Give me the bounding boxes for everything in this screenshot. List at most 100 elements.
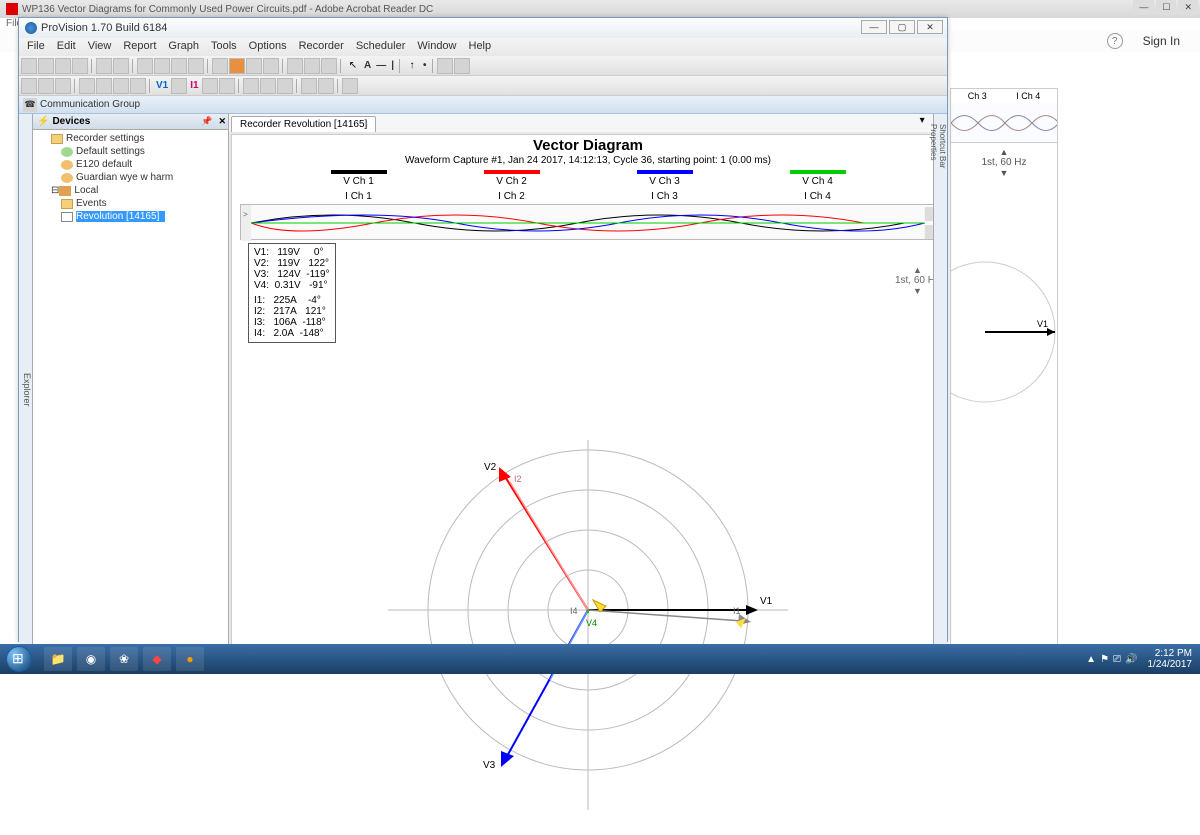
sign-in-link[interactable]: Sign In: [1143, 34, 1180, 48]
tb2-o-icon[interactable]: [301, 78, 317, 94]
tray-vol-icon[interactable]: 🔊: [1125, 654, 1137, 665]
vector-canvas: Vector Diagram Waveform Capture #1, Jan …: [231, 134, 945, 660]
tb-print-icon[interactable]: [72, 58, 88, 74]
comm-group-bar[interactable]: ☎ Communication Group: [19, 96, 947, 114]
provision-title-bar[interactable]: ProVision 1.70 Build 6184 — ▢ ✕: [19, 18, 947, 38]
menu-help[interactable]: Help: [465, 40, 496, 54]
polar-plot[interactable]: V1 I1 V2 I2 V3: [373, 435, 803, 835]
help-icon[interactable]: ?: [1107, 33, 1123, 49]
tb-line-tool[interactable]: —: [374, 60, 388, 71]
tray-flag-icon[interactable]: ⚑: [1100, 654, 1109, 665]
tree-events[interactable]: Events: [33, 197, 228, 210]
menu-report[interactable]: Report: [119, 40, 160, 54]
menu-options[interactable]: Options: [245, 40, 291, 54]
tb2-p-icon[interactable]: [318, 78, 334, 94]
tb2-g-icon[interactable]: [130, 78, 146, 94]
tree-recorder-settings[interactable]: Recorder settings: [33, 132, 228, 145]
tb2-f-icon[interactable]: [113, 78, 129, 94]
tb2-d-icon[interactable]: [79, 78, 95, 94]
menu-graph[interactable]: Graph: [164, 40, 203, 54]
pin-icon[interactable]: 📌: [201, 116, 212, 127]
tb2-i1-icon[interactable]: I1: [188, 80, 200, 91]
task-chrome-icon[interactable]: ◉: [77, 647, 105, 671]
tb-preview-icon[interactable]: [96, 58, 112, 74]
task-explorer-icon[interactable]: 📁: [44, 647, 72, 671]
close-panel-icon[interactable]: ✕: [218, 116, 226, 127]
tb2-h-icon[interactable]: [171, 78, 187, 94]
task-firefox-icon[interactable]: ●: [176, 647, 204, 671]
tb-save-icon[interactable]: [55, 58, 71, 74]
tb-open-icon[interactable]: [38, 58, 54, 74]
wave-strip[interactable]: >: [240, 204, 936, 240]
menu-scheduler[interactable]: Scheduler: [352, 40, 410, 54]
pv-min-button[interactable]: —: [861, 20, 887, 34]
acrobat-max-button[interactable]: ☐: [1156, 0, 1176, 15]
tab-recorder[interactable]: Recorder Revolution [14165]: [231, 116, 376, 132]
task-app-icon[interactable]: ❀: [110, 647, 138, 671]
tb-copy-icon[interactable]: [154, 58, 170, 74]
tb-zoom-icon[interactable]: [287, 58, 303, 74]
menu-recorder[interactable]: Recorder: [295, 40, 348, 54]
explorer-tab[interactable]: Explorer: [19, 114, 33, 662]
tree-revolution[interactable]: Revolution [14165]: [33, 210, 228, 223]
tb2-n-icon[interactable]: [277, 78, 293, 94]
tb-paste-icon[interactable]: [171, 58, 187, 74]
tb2-a-icon[interactable]: [21, 78, 37, 94]
tb-back-icon[interactable]: [246, 58, 262, 74]
acrobat-title: WP136 Vector Diagrams for Commonly Used …: [22, 4, 433, 15]
tb-undo-icon[interactable]: [212, 58, 228, 74]
label-ich3: I Ch 3: [651, 191, 678, 202]
tb-dot-tool[interactable]: •: [421, 60, 429, 71]
start-button[interactable]: [0, 644, 38, 674]
acrobat-min-button[interactable]: —: [1133, 0, 1154, 15]
tb2-l-icon[interactable]: [243, 78, 259, 94]
tb-redo-icon[interactable]: [229, 58, 245, 74]
svg-text:V1: V1: [1037, 319, 1048, 329]
harm-up-icon[interactable]: ▲: [913, 265, 922, 275]
tb2-c-icon[interactable]: [55, 78, 71, 94]
tb-find-icon[interactable]: [113, 58, 129, 74]
menu-file[interactable]: File: [23, 40, 49, 54]
system-tray[interactable]: ▲⚑⎚🔊 2:12 PM 1/24/2017: [1086, 648, 1200, 670]
tb2-k-icon[interactable]: [219, 78, 235, 94]
tb-text-tool[interactable]: A: [362, 60, 373, 71]
tb2-b-icon[interactable]: [38, 78, 54, 94]
menu-edit[interactable]: Edit: [53, 40, 80, 54]
tb-cursor-icon[interactable]: ↖: [345, 58, 361, 74]
tb2-m-icon[interactable]: [260, 78, 276, 94]
tb-cut-icon[interactable]: [137, 58, 153, 74]
tb-misc1-icon[interactable]: [437, 58, 453, 74]
svg-text:V3: V3: [483, 760, 496, 771]
tb-new-icon[interactable]: [21, 58, 37, 74]
menu-tools[interactable]: Tools: [207, 40, 241, 54]
tb-delete-icon[interactable]: [188, 58, 204, 74]
tb2-v1-icon[interactable]: V1: [154, 80, 170, 91]
tb2-e-icon[interactable]: [96, 78, 112, 94]
tb2-j-icon[interactable]: [202, 78, 218, 94]
tree-guardian[interactable]: Guardian wye w harm: [33, 171, 228, 184]
tree-e120[interactable]: E120 default: [33, 158, 228, 171]
task-acrobat-icon[interactable]: ◆: [143, 647, 171, 671]
devices-header[interactable]: ⚡ Devices 📌✕: [33, 114, 228, 130]
tray-net-icon[interactable]: ⎚: [1113, 654, 1121, 665]
harm-down-icon[interactable]: ▼: [913, 286, 922, 296]
tree-local[interactable]: ⊟ Local: [33, 184, 228, 197]
menu-window[interactable]: Window: [413, 40, 460, 54]
pv-close-button[interactable]: ✕: [917, 20, 943, 34]
tb-fwd-icon[interactable]: [263, 58, 279, 74]
acrobat-close-button[interactable]: ✕: [1178, 0, 1198, 15]
tb-vline-tool[interactable]: |: [389, 60, 396, 71]
tab-shortcut-bar[interactable]: Shortcut Bar: [938, 118, 947, 662]
tray-up-icon[interactable]: ▲: [1086, 654, 1096, 665]
tb-chart-icon[interactable]: [321, 58, 337, 74]
pv-max-button[interactable]: ▢: [889, 20, 915, 34]
tb-export-icon[interactable]: [304, 58, 320, 74]
tb2-q-icon[interactable]: [342, 78, 358, 94]
provision-menu-bar: File Edit View Report Graph Tools Option…: [19, 38, 947, 56]
tree-default-settings[interactable]: Default settings: [33, 145, 228, 158]
tab-dropdown-icon[interactable]: ▾: [917, 115, 928, 126]
menu-view[interactable]: View: [84, 40, 116, 54]
tb-misc2-icon[interactable]: [454, 58, 470, 74]
tab-properties[interactable]: Properties: [929, 118, 938, 662]
tb-up-icon[interactable]: ↑: [404, 58, 420, 74]
